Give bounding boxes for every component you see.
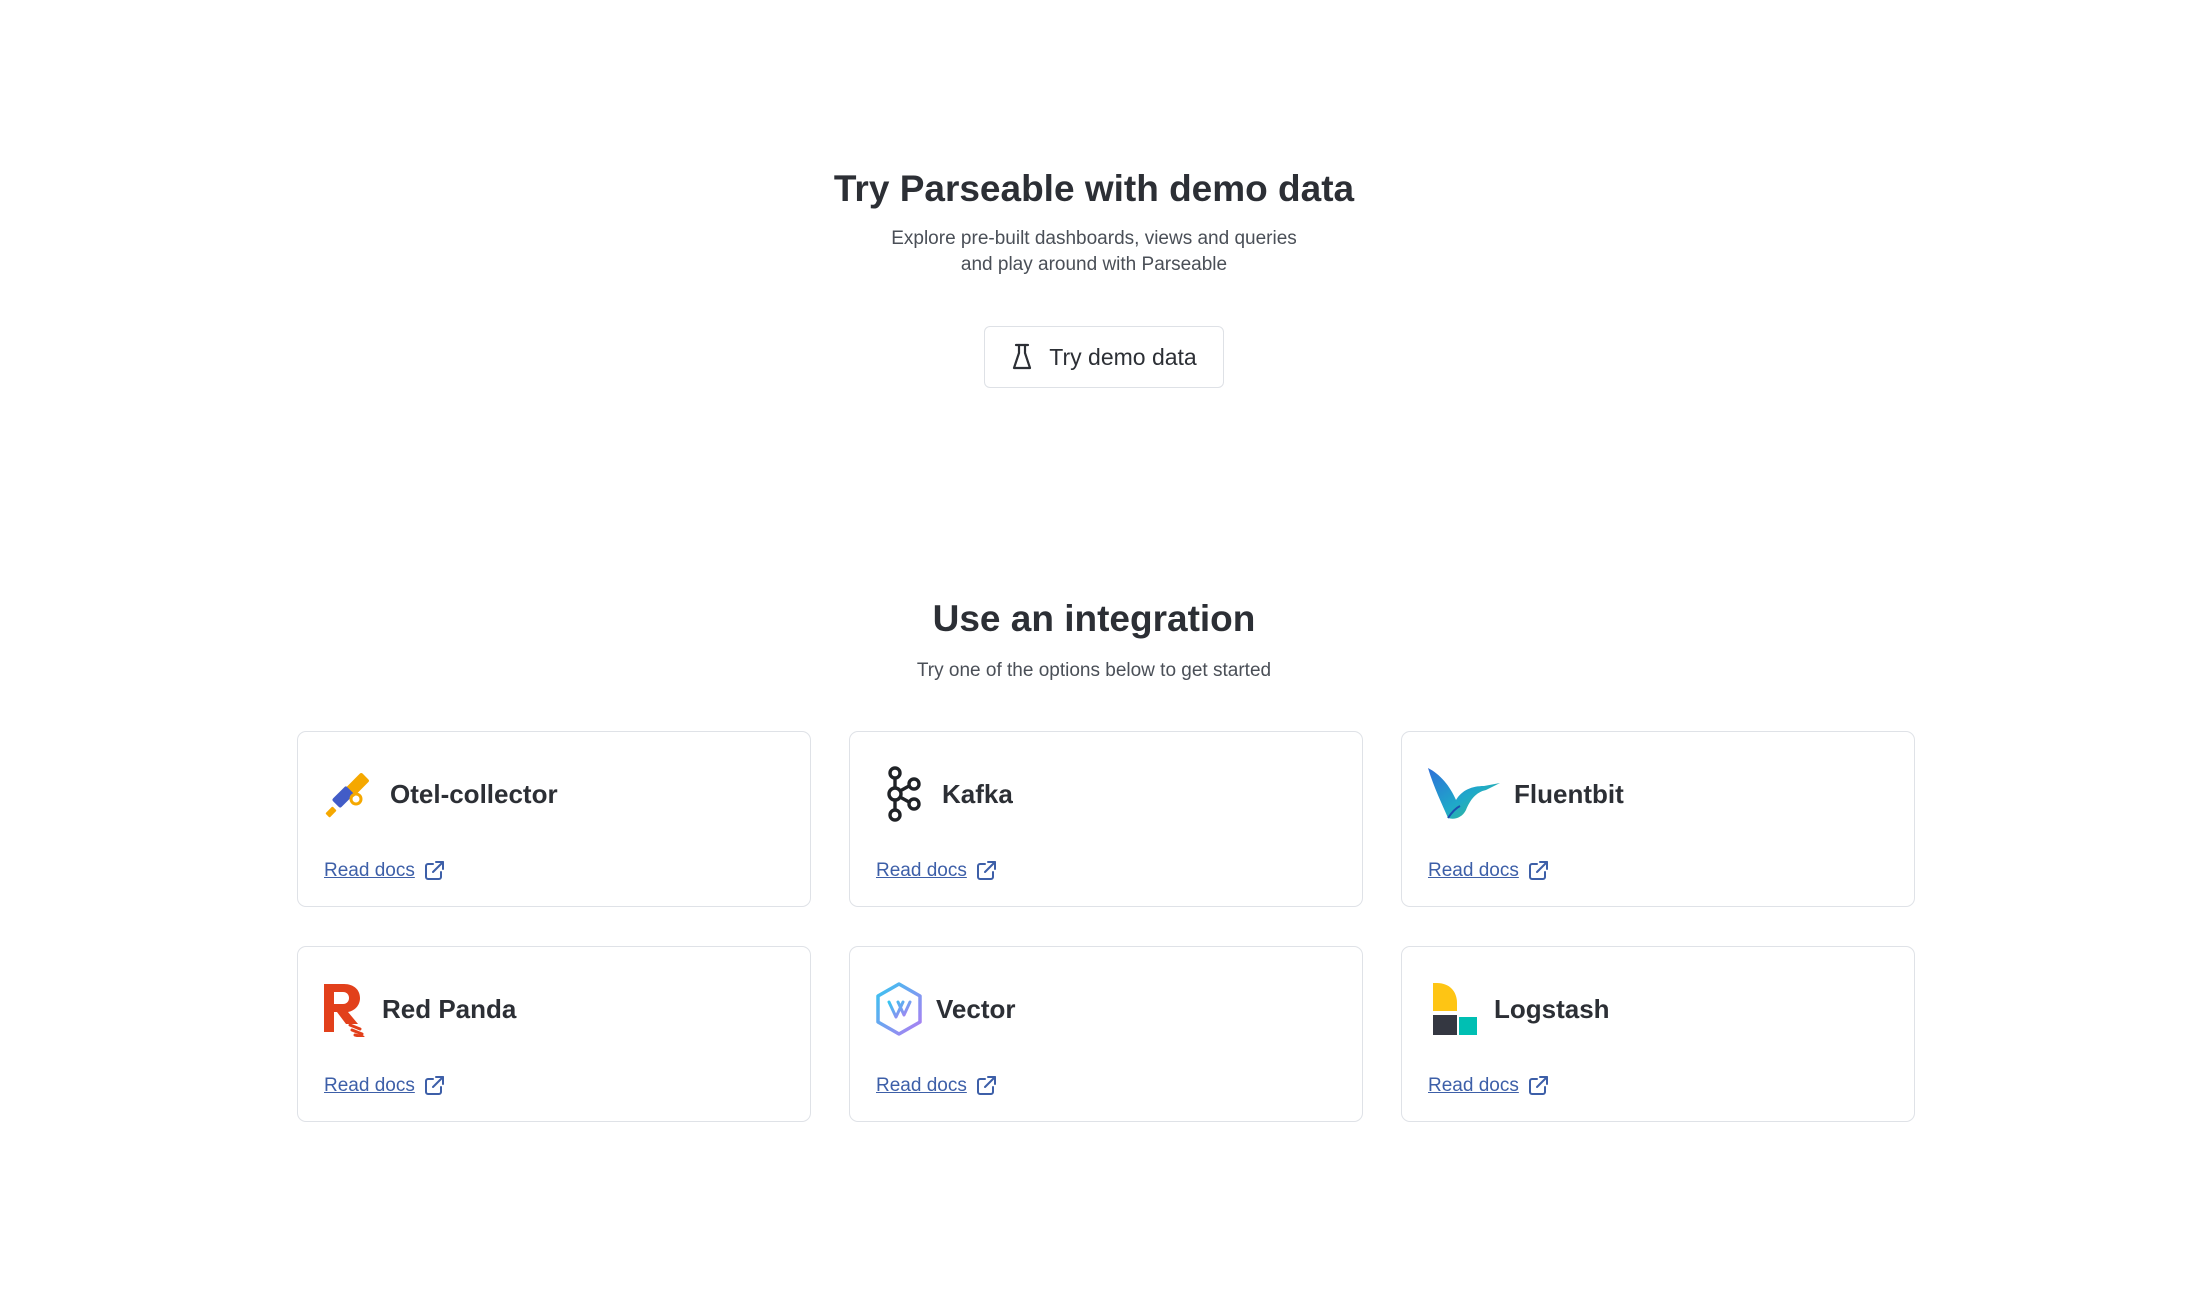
demo-title: Try Parseable with demo data bbox=[833, 168, 1355, 209]
read-docs-link[interactable]: Read docs bbox=[324, 860, 445, 882]
hummingbird-icon bbox=[1426, 766, 1502, 822]
redpanda-icon bbox=[322, 981, 370, 1037]
card-header: Kafka bbox=[874, 766, 1013, 822]
read-docs-label: Read docs bbox=[1428, 1075, 1519, 1096]
demo-subtitle: Explore pre-built dashboards, views and … bbox=[774, 226, 1414, 278]
vector-hexagon-icon bbox=[874, 981, 924, 1037]
external-link-icon bbox=[975, 860, 997, 882]
external-link-icon bbox=[423, 860, 445, 882]
read-docs-label: Read docs bbox=[324, 860, 415, 881]
external-link-icon bbox=[1527, 1075, 1549, 1097]
integration-card-vector: Vector Read docs bbox=[849, 946, 1363, 1122]
card-title: Otel-collector bbox=[390, 778, 558, 809]
card-header: Otel-collector bbox=[322, 766, 558, 822]
card-title: Fluentbit bbox=[1514, 778, 1624, 809]
try-demo-data-label: Try demo data bbox=[1049, 343, 1197, 370]
card-title: Kafka bbox=[942, 778, 1013, 809]
read-docs-link[interactable]: Read docs bbox=[1428, 860, 1549, 882]
read-docs-link[interactable]: Read docs bbox=[1428, 1075, 1549, 1097]
external-link-icon bbox=[975, 1075, 997, 1097]
card-header: Logstash bbox=[1426, 981, 1610, 1037]
card-title: Vector bbox=[936, 993, 1016, 1024]
read-docs-link[interactable]: Read docs bbox=[324, 1075, 445, 1097]
card-header: Vector bbox=[874, 981, 1016, 1037]
read-docs-label: Read docs bbox=[1428, 860, 1519, 881]
integration-section: Use an integration Try one of the option… bbox=[0, 596, 2188, 684]
kafka-icon bbox=[874, 766, 930, 822]
integration-title: Use an integration bbox=[932, 598, 1256, 639]
read-docs-label: Read docs bbox=[324, 1075, 415, 1096]
try-demo-data-button[interactable]: Try demo data bbox=[984, 326, 1224, 388]
external-link-icon bbox=[1527, 860, 1549, 882]
flask-icon bbox=[1011, 343, 1033, 371]
integration-card-red-panda: Red Panda Read docs bbox=[297, 946, 811, 1122]
read-docs-link[interactable]: Read docs bbox=[876, 860, 997, 882]
logstash-icon bbox=[1426, 981, 1482, 1037]
read-docs-label: Read docs bbox=[876, 860, 967, 881]
integration-card-logstash: Logstash Read docs bbox=[1401, 946, 1915, 1122]
demo-subtitle-line-1: Explore pre-built dashboards, views and … bbox=[891, 228, 1297, 249]
card-title: Logstash bbox=[1494, 993, 1610, 1024]
read-docs-link[interactable]: Read docs bbox=[876, 1075, 997, 1097]
demo-section: Try Parseable with demo data Explore pre… bbox=[0, 166, 2188, 278]
card-header: Red Panda bbox=[322, 981, 516, 1037]
integration-card-kafka: Kafka Read docs bbox=[849, 731, 1363, 907]
integration-subtitle: Try one of the options below to get star… bbox=[916, 660, 1272, 681]
demo-subtitle-line-2: and play around with Parseable bbox=[960, 254, 1228, 275]
read-docs-label: Read docs bbox=[876, 1075, 967, 1096]
card-title: Red Panda bbox=[382, 993, 517, 1024]
card-header: Fluentbit bbox=[1426, 766, 1624, 822]
otel-telescope-icon bbox=[322, 766, 378, 822]
integration-card-otel-collector: Otel-collector Read docs bbox=[297, 731, 811, 907]
integration-card-fluentbit: Fluentbit Read docs bbox=[1401, 731, 1915, 907]
external-link-icon bbox=[423, 1075, 445, 1097]
